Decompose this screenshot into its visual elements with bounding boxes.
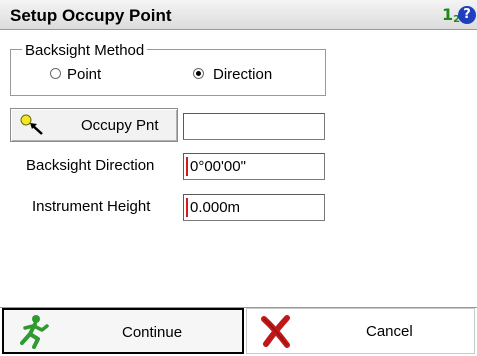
backsight-direction-field[interactable]: 0°00'00" xyxy=(183,153,325,180)
radio-direction[interactable] xyxy=(193,68,204,79)
occupy-point-button-label: Occupy Pnt xyxy=(81,117,159,134)
instrument-height-value: 0.000m xyxy=(190,199,241,216)
window-title: Setup Occupy Point xyxy=(10,6,172,25)
radio-point[interactable] xyxy=(50,68,61,79)
occupy-point-field[interactable] xyxy=(183,113,325,140)
instrument-height-field[interactable]: 0.000m xyxy=(183,194,325,221)
cancel-button[interactable]: Cancel xyxy=(246,308,475,354)
instrument-height-label: Instrument Height xyxy=(32,198,151,215)
radio-direction-label[interactable]: Direction xyxy=(213,66,272,83)
cancel-x-icon xyxy=(261,315,290,348)
cancel-button-label: Cancel xyxy=(366,323,413,340)
running-man-icon xyxy=(20,315,49,349)
occupy-point-button[interactable]: Occupy Pnt xyxy=(10,108,178,142)
required-indicator xyxy=(186,198,188,217)
backsight-direction-label: Backsight Direction xyxy=(26,157,155,174)
title-bar: Setup Occupy Point 123 ? xyxy=(0,0,477,30)
continue-button[interactable]: Continue xyxy=(2,308,244,354)
radio-point-label[interactable]: Point xyxy=(67,66,101,83)
backsight-direction-value: 0°00'00" xyxy=(190,158,246,175)
backsight-method-label: Backsight Method xyxy=(22,42,148,59)
required-indicator xyxy=(186,157,188,176)
continue-button-label: Continue xyxy=(122,324,183,341)
pick-point-icon xyxy=(20,114,43,135)
help-icon[interactable]: ? xyxy=(458,6,476,24)
